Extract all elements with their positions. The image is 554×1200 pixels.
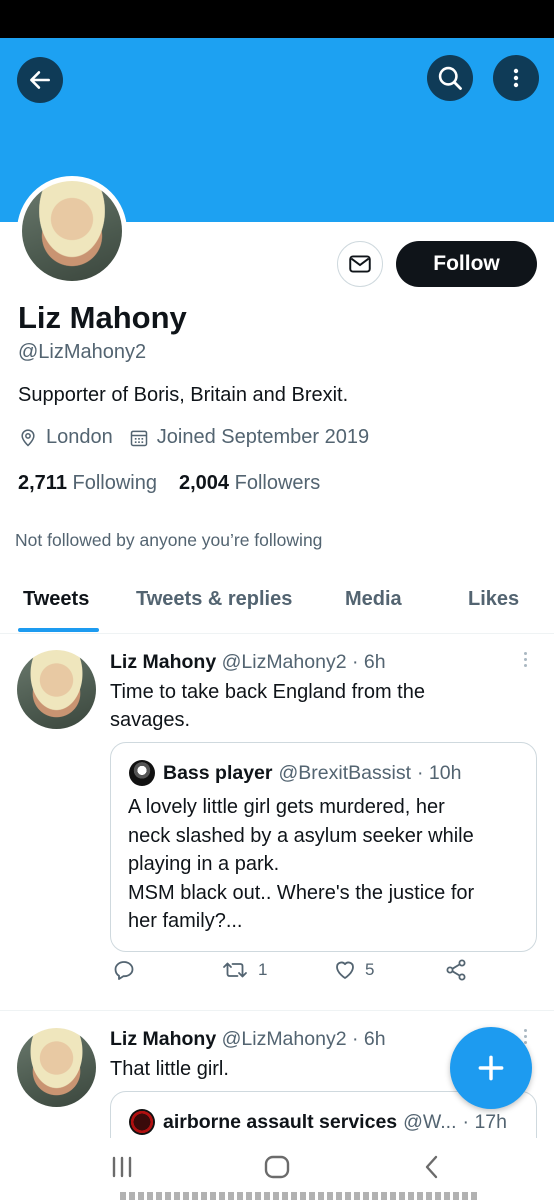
arrow-left-icon	[30, 71, 50, 89]
compose-tweet-button[interactable]	[450, 1027, 532, 1109]
profile-tabs: Tweets Tweets & replies Media Likes	[0, 572, 554, 634]
profile-avatar[interactable]	[17, 176, 127, 286]
recent-apps-icon[interactable]	[110, 1154, 134, 1180]
tweet-header: Liz Mahony @LizMahony2 · 6h	[110, 651, 386, 674]
following-count: 2,711	[18, 472, 67, 494]
calendar-icon	[129, 428, 149, 448]
tweet-time: · 6h	[351, 651, 386, 673]
back-nav-icon[interactable]	[420, 1154, 444, 1180]
follow-button[interactable]: Follow	[396, 241, 537, 287]
tweet-more-icon[interactable]	[521, 652, 529, 667]
profile-handle: @LizMahony2	[18, 341, 147, 363]
tweet-avatar[interactable]	[17, 650, 96, 729]
quoted-avatar	[129, 1109, 155, 1135]
status-bar	[0, 0, 554, 38]
tweet-text: Time to take back England from the savag…	[110, 681, 425, 731]
tab-tweets[interactable]: Tweets	[23, 588, 89, 611]
retweet-count: 1	[258, 960, 268, 979]
tweet-time: · 6h	[351, 1028, 386, 1050]
tweet-actions: 1 5	[110, 958, 510, 998]
location-pin-icon	[18, 428, 38, 448]
reply-icon	[114, 961, 134, 980]
tab-tweets-replies[interactable]: Tweets & replies	[136, 588, 292, 611]
quoted-avatar	[129, 760, 155, 786]
message-button[interactable]	[337, 241, 383, 287]
tweet-author-name: Liz Mahony	[110, 1028, 217, 1050]
partially-hidden-content	[120, 1192, 480, 1200]
quoted-tweet-header: Bass player @BrexitBassist · 10h	[129, 760, 461, 786]
tab-likes[interactable]: Likes	[468, 588, 519, 611]
more-options-button[interactable]	[493, 55, 539, 101]
tab-media[interactable]: Media	[345, 588, 402, 611]
like-count: 5	[365, 960, 375, 979]
like-button[interactable]: 5	[333, 958, 374, 982]
heart-icon	[336, 961, 354, 979]
follow-counts: 2,711 Following 2,004 Followers	[18, 472, 320, 495]
quoted-time: · 17h	[462, 1110, 507, 1133]
search-icon	[438, 66, 462, 90]
profile-location: London	[46, 426, 113, 448]
more-vertical-icon	[513, 68, 519, 88]
following-link[interactable]: 2,711 Following	[18, 472, 157, 494]
profile-name: Liz Mahony	[18, 300, 187, 335]
quoted-author-handle: @BrexitBassist	[278, 761, 412, 784]
tweet-author-name: Liz Mahony	[110, 651, 217, 673]
quoted-author-name: airborne assault services	[163, 1110, 398, 1133]
quoted-author-name: Bass player	[163, 761, 273, 784]
back-button[interactable]	[17, 57, 63, 103]
quoted-author-handle: @W...	[403, 1110, 457, 1133]
tweet-avatar[interactable]	[17, 1028, 96, 1107]
tweet[interactable]: Liz Mahony @LizMahony2 · 6h Time to take…	[0, 634, 554, 1011]
followers-count: 2,004	[179, 472, 230, 494]
not-followed-notice: Not followed by anyone you’re following	[15, 530, 323, 550]
profile-joined: Joined September 2019	[156, 426, 370, 448]
profile-meta: London Joined September 2019	[18, 426, 369, 449]
share-icon	[446, 959, 466, 981]
quoted-tweet[interactable]: Bass player @BrexitBassist · 10h A lovel…	[110, 742, 537, 952]
tweet-author-handle: @LizMahony2	[221, 651, 347, 673]
followers-link[interactable]: 2,004 Followers	[179, 472, 320, 494]
envelope-icon	[349, 255, 371, 273]
plus-icon	[478, 1055, 504, 1081]
retweet-icon	[223, 962, 247, 978]
tweet-header: Liz Mahony @LizMahony2 · 6h	[110, 1028, 386, 1051]
quoted-tweet-text: A lovely little girl gets murdered, her …	[128, 796, 475, 932]
active-tab-indicator	[18, 628, 99, 632]
retweet-button[interactable]: 1	[220, 958, 267, 982]
home-icon[interactable]	[264, 1154, 290, 1180]
share-button[interactable]	[443, 958, 469, 982]
tweet-author-handle: @LizMahony2	[221, 1028, 347, 1050]
reply-button[interactable]	[112, 958, 136, 982]
quoted-time: · 10h	[417, 761, 462, 784]
quoted-tweet-header: airborne assault services @W... · 17h	[129, 1109, 507, 1135]
profile-bio: Supporter of Boris, Britain and Brexit.	[18, 384, 349, 406]
search-button[interactable]	[427, 55, 473, 101]
system-navigation-bar	[0, 1138, 554, 1200]
